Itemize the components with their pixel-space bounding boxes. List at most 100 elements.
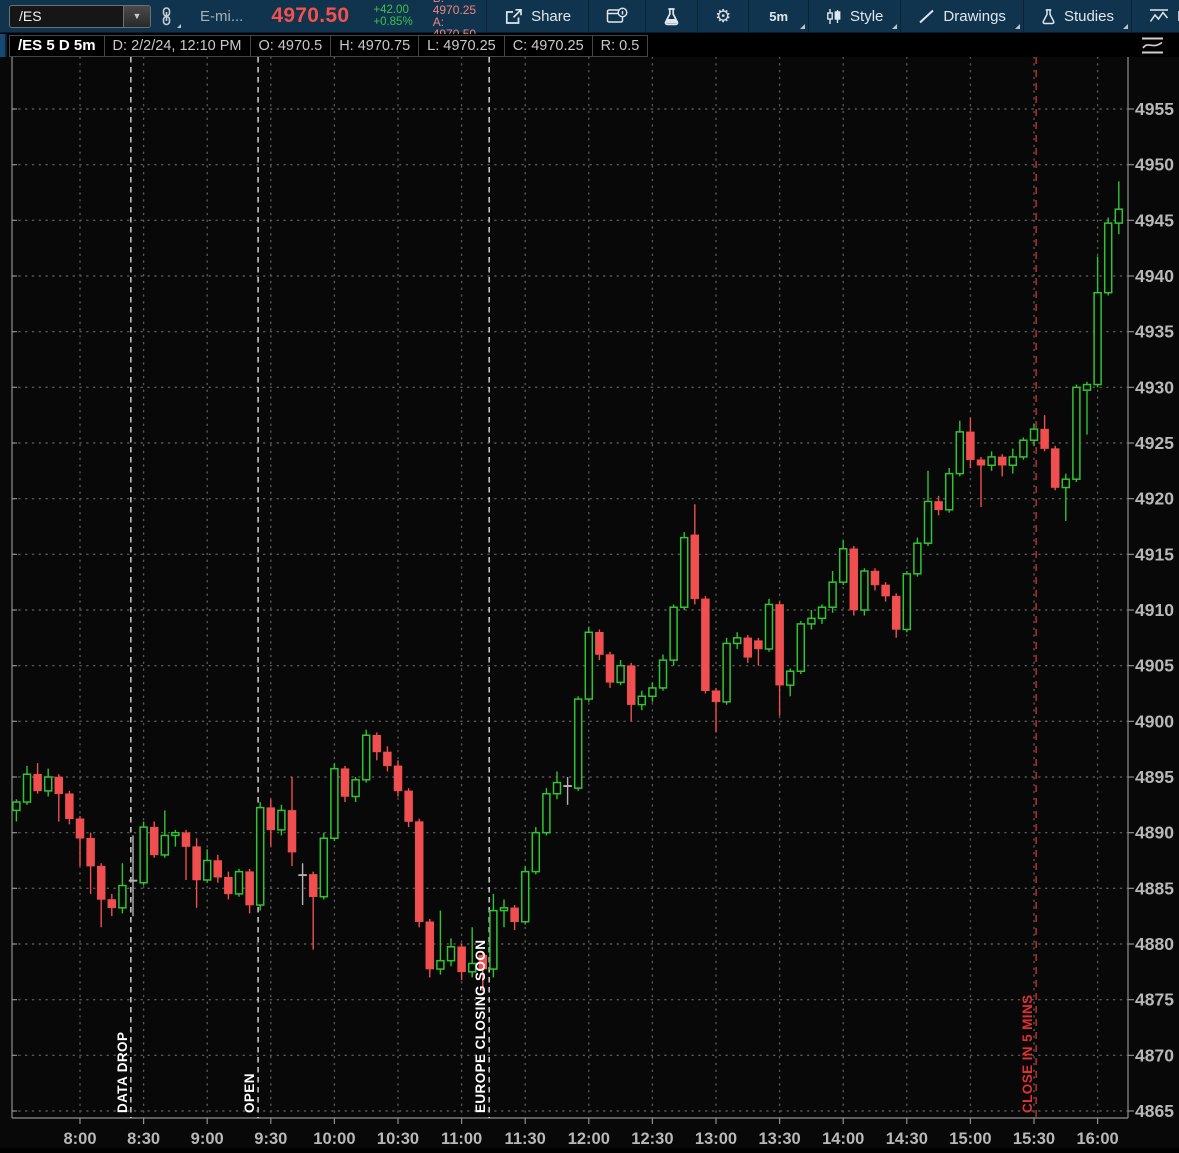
news-panel-icon	[606, 7, 628, 25]
candle	[966, 418, 974, 468]
caret-down-icon: ▼	[133, 12, 142, 21]
link-icon[interactable]	[151, 0, 182, 33]
timeframe-label: 5m	[769, 9, 788, 24]
candle	[977, 457, 985, 507]
dropdown-corner-icon	[1015, 24, 1020, 29]
candle	[426, 919, 434, 977]
candle	[956, 421, 963, 477]
candle	[766, 599, 773, 652]
y-axis-label: 4930	[1135, 377, 1174, 397]
x-axis-label: 8:30	[127, 1130, 160, 1148]
candle	[1073, 385, 1080, 482]
x-axis-label: 9:30	[254, 1130, 287, 1148]
candle	[829, 571, 836, 613]
x-axis-label: 15:30	[1013, 1130, 1055, 1148]
candle	[437, 911, 444, 975]
share-button[interactable]: Share	[487, 0, 588, 33]
symbol-value: /ES	[10, 6, 123, 27]
axis-labels: 4865487048754880488548904895490049054910…	[63, 99, 1174, 1148]
price-change-percent: +0.85%	[373, 16, 412, 28]
candle	[701, 596, 709, 693]
candle	[681, 532, 688, 610]
candle	[394, 760, 402, 796]
candle	[649, 682, 656, 701]
candle	[935, 496, 943, 515]
candle	[627, 663, 635, 721]
ohlc-field: D: 2/2/24, 12:10 PM	[104, 35, 251, 57]
candle	[383, 746, 391, 771]
price-chart[interactable]: DATA DROPOPENEUROPE CLOSING SOONCLOSE IN…	[0, 57, 1179, 1148]
patterns-button[interactable]: Patterns	[1132, 0, 1179, 33]
x-axis-label: 13:00	[695, 1130, 737, 1148]
chart-describer-button[interactable]	[589, 0, 645, 33]
candle	[1051, 446, 1059, 491]
y-axis-label: 4935	[1135, 322, 1174, 342]
drawings-button[interactable]: Drawings	[901, 0, 1023, 33]
last-price: 4970.50	[265, 4, 363, 28]
candle	[595, 629, 603, 660]
candle	[575, 696, 582, 791]
candle	[236, 869, 243, 897]
candle	[246, 869, 254, 914]
drawings-line-icon	[918, 9, 935, 24]
candle	[299, 863, 307, 905]
candle	[87, 833, 95, 894]
y-axis-label: 4910	[1135, 600, 1174, 620]
analyze-flask-button[interactable]	[646, 0, 697, 33]
candle	[224, 872, 232, 900]
candle	[1115, 181, 1122, 234]
candle	[214, 855, 222, 883]
candle	[840, 540, 847, 585]
y-axis-label: 4915	[1135, 544, 1174, 564]
candle	[670, 604, 677, 665]
dropdown-corner-icon	[892, 24, 897, 29]
y-axis-label: 4950	[1135, 155, 1174, 175]
studies-flask-icon	[1041, 8, 1056, 25]
candle	[97, 863, 105, 927]
event-label: CLOSE IN 5 MINS	[1020, 994, 1035, 1113]
style-label: Style	[850, 8, 883, 25]
change-block: +42.00 +0.85%	[363, 4, 422, 28]
candle	[182, 830, 190, 880]
y-axis-label: 4925	[1135, 433, 1174, 453]
style-button[interactable]: Style	[809, 0, 900, 33]
candle	[1105, 218, 1112, 296]
candle	[45, 769, 52, 797]
price-chart-canvas[interactable]: DATA DROPOPENEUROPE CLOSING SOONCLOSE IN…	[0, 57, 1179, 1148]
event-labels: DATA DROPOPENEUROPE CLOSING SOONCLOSE IN…	[115, 940, 1035, 1113]
y-axis-label: 4940	[1135, 266, 1174, 286]
candle	[691, 504, 699, 604]
chart-title: /ES 5 D 5m	[9, 35, 105, 57]
candle	[797, 621, 804, 674]
candle	[24, 766, 31, 805]
candle	[606, 652, 614, 688]
candle	[108, 894, 116, 916]
studies-button[interactable]: Studies	[1024, 0, 1131, 33]
instrument-name: E-mi...	[182, 8, 265, 25]
y-axis-label: 4885	[1135, 878, 1174, 898]
dropdown-corner-icon	[1123, 24, 1128, 29]
symbol-input[interactable]: /ES ▼	[9, 5, 151, 28]
candle	[998, 454, 1006, 476]
candle	[1084, 382, 1091, 435]
gear-icon: ⚙	[715, 7, 731, 25]
candle	[585, 627, 592, 702]
x-axis-label: 8:00	[63, 1130, 96, 1148]
symbol-dropdown-button[interactable]: ▼	[123, 6, 150, 27]
x-axis-label: 10:00	[313, 1130, 355, 1148]
y-axis-label: 4880	[1135, 934, 1174, 954]
price-change: +42.00	[373, 4, 412, 16]
candle	[363, 730, 370, 783]
dropdown-corner-icon	[177, 24, 181, 28]
candle	[55, 774, 63, 821]
ohlc-field: R: 0.5	[592, 35, 649, 57]
x-axis-label: 11:30	[505, 1130, 546, 1148]
top-toolbar: /ES ▼ E-mi... 4970.50 +42.00 +0.85% B: 4…	[0, 0, 1179, 33]
settings-gear-button[interactable]: ⚙	[698, 0, 748, 33]
timeframe-button[interactable]: 5m	[749, 0, 808, 33]
candle	[490, 894, 497, 977]
candle	[352, 777, 359, 802]
candle	[373, 732, 381, 760]
candle	[267, 799, 275, 846]
candle	[1009, 449, 1016, 474]
